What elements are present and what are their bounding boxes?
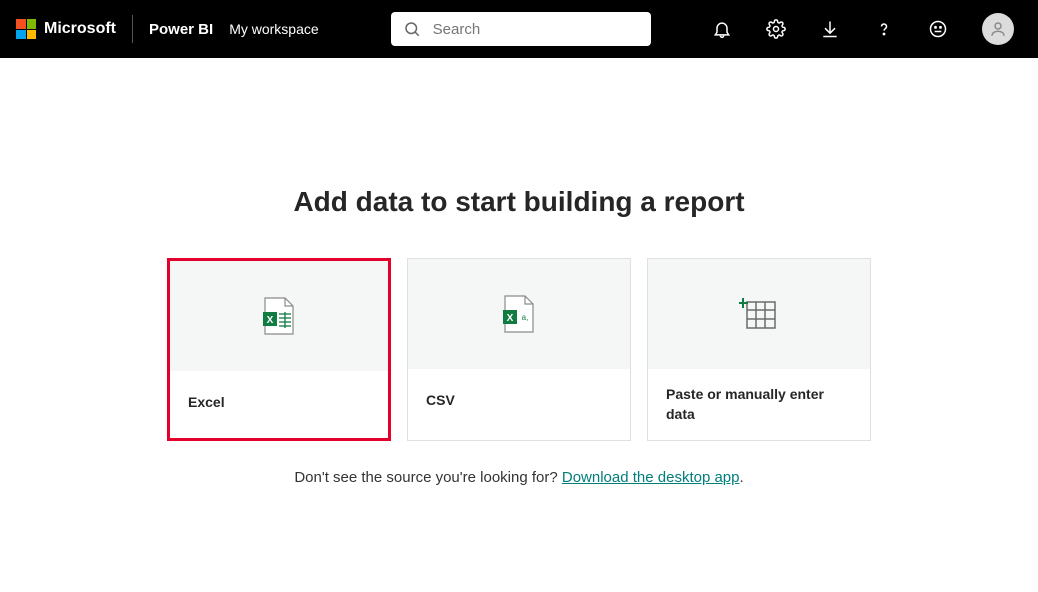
search-input[interactable]	[431, 20, 639, 39]
footer-period: .	[740, 469, 744, 486]
card-icon-area: X a,	[408, 259, 630, 369]
card-icon-area: X	[170, 261, 388, 371]
svg-text:X: X	[267, 315, 274, 326]
footer-prompt: Don't see the source you're looking for?	[294, 469, 562, 486]
search-box[interactable]	[391, 12, 651, 46]
main-content: Add data to start building a report X Ex	[0, 58, 1038, 486]
table-plus-icon	[739, 296, 779, 332]
card-label-area: Paste or manually enter data	[648, 369, 870, 440]
card-label-area: Excel	[170, 371, 388, 435]
microsoft-label: Microsoft	[44, 20, 116, 38]
card-manual-data[interactable]: Paste or manually enter data	[647, 258, 871, 441]
svg-text:X: X	[507, 313, 514, 324]
card-label-area: CSV	[408, 369, 630, 433]
app-name[interactable]: Power BI	[149, 21, 213, 38]
footer-text: Don't see the source you're looking for?…	[0, 469, 1038, 486]
feedback-icon[interactable]	[928, 19, 948, 39]
excel-file-icon: X	[261, 296, 297, 336]
microsoft-logo-icon	[16, 19, 36, 39]
search-icon	[403, 20, 421, 38]
data-source-cards: X Excel X a,	[0, 258, 1038, 441]
csv-file-icon: X a,	[501, 294, 537, 334]
svg-text:a,: a,	[522, 313, 529, 322]
card-csv[interactable]: X a, CSV	[407, 258, 631, 441]
card-label: CSV	[426, 391, 455, 411]
card-label: Excel	[188, 393, 225, 413]
header-actions	[712, 13, 1014, 45]
card-excel[interactable]: X Excel	[167, 258, 391, 441]
help-icon[interactable]	[874, 19, 894, 39]
account-avatar[interactable]	[982, 13, 1014, 45]
notifications-icon[interactable]	[712, 19, 732, 39]
divider	[132, 15, 133, 43]
download-icon[interactable]	[820, 19, 840, 39]
workspace-name[interactable]: My workspace	[229, 21, 318, 37]
page-title: Add data to start building a report	[0, 186, 1038, 218]
download-desktop-link[interactable]: Download the desktop app	[562, 469, 740, 486]
card-label: Paste or manually enter data	[666, 385, 852, 424]
settings-icon[interactable]	[766, 19, 786, 39]
microsoft-logo[interactable]: Microsoft	[16, 19, 116, 39]
card-icon-area	[648, 259, 870, 369]
app-header: Microsoft Power BI My workspace	[0, 0, 1038, 58]
